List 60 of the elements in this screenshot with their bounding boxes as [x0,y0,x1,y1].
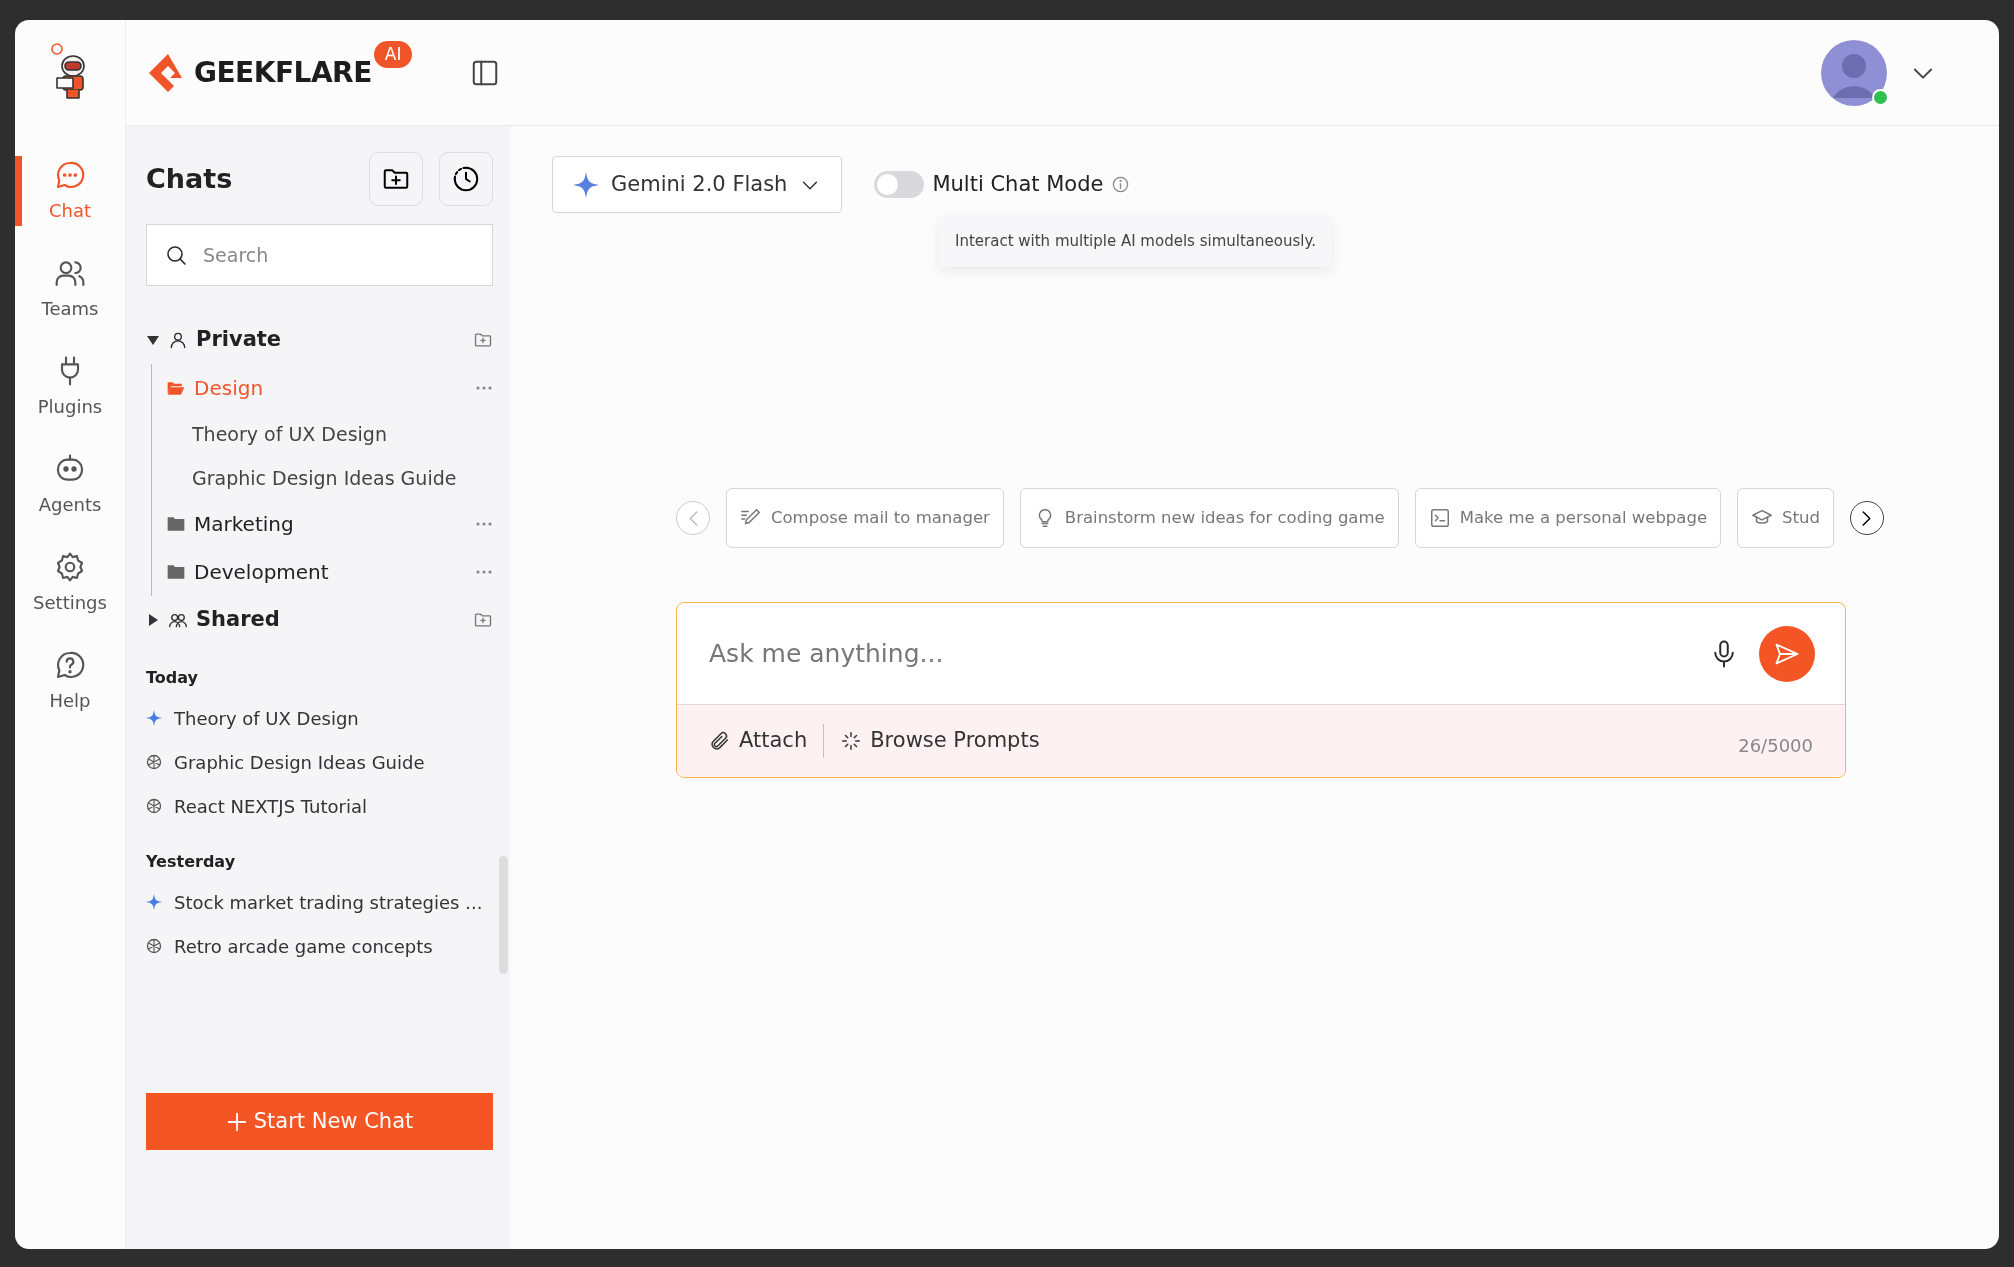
knot-icon [146,938,162,954]
sparkle-icon [146,894,162,910]
next-button[interactable] [1849,501,1884,535]
active-indicator [15,156,22,226]
more-dots-icon[interactable] [475,521,493,527]
plus-icon [225,1110,248,1133]
model-selector[interactable]: Gemini 2.0 Flash [552,156,843,213]
more-dots-icon[interactable] [475,385,493,391]
terminal-icon [1428,507,1451,529]
chat-link[interactable]: React NEXTJS Tutorial [174,792,367,820]
new-folder-button[interactable] [369,152,423,206]
settings-icon [54,550,86,583]
folder-group-label[interactable]: Private [196,324,282,356]
folder-label[interactable]: Marketing [194,509,294,539]
character-counter: 26/5000 [1738,733,1813,758]
folder-group-label[interactable]: Shared [196,604,280,636]
scrollbar[interactable] [499,856,508,974]
brand-name: GEEKFLARE [194,54,372,91]
suggestion-chip[interactable]: Stud [1737,488,1834,548]
suggestion-chip[interactable]: Brainstorm new ideas for coding game [1019,488,1399,548]
paperclip-icon [709,730,731,752]
nav-item[interactable]: Teams [15,240,125,338]
section-heading: Today [146,667,199,689]
chevron-left-icon [688,510,698,526]
chat-link[interactable]: Graphic Design Ideas Guide [174,748,425,776]
sparkle-icon [146,710,162,726]
person-icon [168,330,188,350]
nav-item[interactable]: Agents [15,436,125,534]
suggestion-chip[interactable]: Compose mail to manager [726,488,1004,548]
suggestion-chip[interactable]: Make me a personal webpage [1414,488,1722,548]
section-heading: Yesterday [146,851,237,873]
nav-item[interactable]: Plugins [15,338,125,436]
knot-icon [146,798,162,814]
history-button[interactable] [439,152,493,206]
ai-badge: AI [373,40,413,69]
chat-link[interactable]: Theory of UX Design [174,704,359,732]
chat-link[interactable]: Stock market trading strategies ... [174,888,483,916]
chat-link[interactable]: Theory of UX Design [166,412,493,456]
chevron-right-icon [1862,510,1872,526]
folder-label[interactable]: Development [194,557,329,587]
multi-chat-toggle[interactable] [874,171,925,198]
caret-right-icon[interactable] [146,613,160,627]
search-field[interactable]: Search [146,224,493,286]
avatar-icon[interactable] [1821,39,1887,106]
multi-chat-label: Multi Chat Mode [932,170,1104,198]
message-input[interactable]: Ask me anything... [707,633,1689,674]
knot-icon [146,754,162,770]
attach-button[interactable]: Attach [709,725,808,757]
sparkle-icon [573,171,599,198]
tooltip: Interact with multiple AI models simultaneously. [939,216,1332,267]
more-dots-icon[interactable] [475,569,493,575]
nav-item[interactable]: Settings [15,534,125,632]
info-icon[interactable] [1111,175,1131,194]
sidebar-title: Chats [146,161,233,196]
browse-prompts-button[interactable]: Browse Prompts [840,725,1040,757]
chat-link[interactable]: Graphic Design Ideas Guide [166,456,493,500]
clock-icon [451,164,481,194]
caret-down-icon[interactable] [146,333,160,347]
chat-link[interactable]: Retro arcade game concepts [174,932,433,960]
nav-item[interactable]: Help [15,632,125,730]
